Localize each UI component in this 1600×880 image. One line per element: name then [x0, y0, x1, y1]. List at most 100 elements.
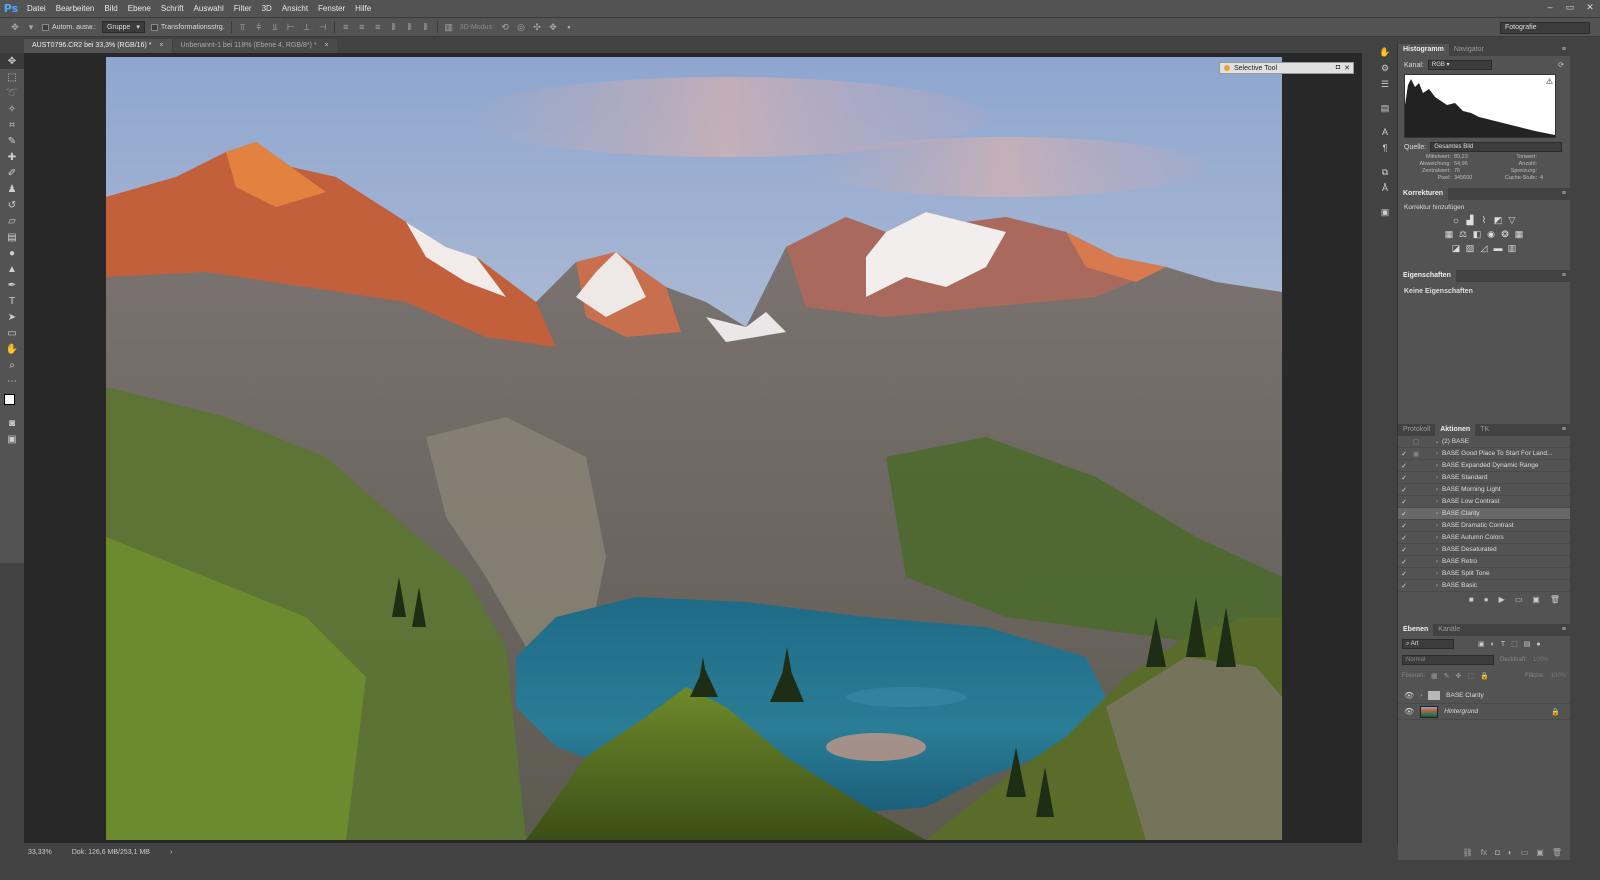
character-panel-icon[interactable]: A	[1372, 124, 1398, 140]
panel-menu-icon[interactable]: ≡	[1562, 426, 1566, 433]
new-group-icon[interactable]: ▭	[1521, 848, 1529, 857]
restore-button[interactable]: ▭	[1560, 0, 1580, 14]
tab-tk[interactable]: TK	[1475, 424, 1494, 436]
link-layers-icon[interactable]: ⛓	[1463, 848, 1473, 857]
checkmark-icon[interactable]: ✓	[1398, 498, 1410, 506]
chevron-right-icon[interactable]: ›	[1432, 511, 1442, 517]
healing-brush-tool-icon[interactable]: ✚	[0, 149, 24, 165]
color-balance-icon[interactable]: ⚖	[1458, 229, 1468, 239]
transform-controls-option[interactable]: Transformationsstrg.	[150, 23, 225, 31]
lasso-tool-icon[interactable]: ➰	[0, 85, 24, 101]
distribute-hcenter-icon[interactable]: ⦀	[405, 22, 415, 32]
dialog-toggle[interactable]: ▣	[1410, 450, 1422, 458]
posterize-icon[interactable]: ▨	[1465, 243, 1475, 253]
sliders-panel-icon[interactable]: ☰	[1372, 76, 1398, 92]
checkmark-icon[interactable]: ✓	[1398, 558, 1410, 566]
new-adjustment-icon[interactable]: ◐	[1508, 848, 1513, 857]
dialog-toggle[interactable]: ▢	[1410, 438, 1422, 446]
checkmark-icon[interactable]: ✓	[1398, 582, 1410, 590]
3d-roll-icon[interactable]: ◎	[516, 22, 526, 32]
chevron-right-icon[interactable]: ›	[1432, 547, 1442, 553]
panel-menu-icon[interactable]: ≡	[1562, 46, 1566, 53]
exposure-icon[interactable]: ◩	[1493, 215, 1503, 225]
3d-rotate-icon[interactable]: ⟲	[500, 22, 510, 32]
menu-ebene[interactable]: Ebene	[123, 0, 156, 17]
lock-pixels-icon[interactable]: ✎	[1444, 672, 1450, 680]
screen-mode-icon[interactable]: ▣	[0, 431, 24, 447]
chevron-right-icon[interactable]: ›	[1432, 559, 1442, 565]
action-row[interactable]: ✓ › BASE Basic	[1398, 580, 1570, 592]
tab-histogram[interactable]: Histogramm	[1398, 44, 1449, 56]
filter-pixel-icon[interactable]: ▣	[1478, 640, 1485, 648]
new-layer-icon[interactable]: ▣	[1536, 848, 1544, 857]
tab-aktionen[interactable]: Aktionen	[1435, 424, 1476, 436]
checkmark-icon[interactable]: ✓	[1398, 510, 1410, 518]
filter-shape-icon[interactable]: ⬚	[1511, 640, 1518, 648]
action-row[interactable]: ✓ › BASE Clarity	[1398, 508, 1570, 520]
filter-smart-object-icon[interactable]: ▤	[1524, 640, 1531, 648]
eyedropper-tool-icon[interactable]: ✎	[0, 133, 24, 149]
path-selection-tool-icon[interactable]: ➤	[0, 309, 24, 325]
align-hcenter-icon[interactable]: ⊥	[302, 22, 312, 32]
tab-protokoll[interactable]: Protokoll	[1398, 424, 1435, 436]
menu-hilfe[interactable]: Hilfe	[350, 0, 376, 17]
menu-fenster[interactable]: Fenster	[313, 0, 350, 17]
threshold-icon[interactable]: ◿	[1479, 243, 1489, 253]
layer-row-background[interactable]: 👁 Hintergrund 🔒	[1398, 704, 1570, 720]
distribute-right-icon[interactable]: ⦀	[421, 22, 431, 32]
chevron-right-icon[interactable]: ›	[1432, 451, 1442, 457]
filter-adjustment-icon[interactable]: ◐	[1491, 641, 1495, 648]
stop-icon[interactable]: ■	[1469, 595, 1474, 604]
chevron-right-icon[interactable]: ›	[1432, 571, 1442, 577]
adjustments-panel-icon[interactable]: ⚙	[1372, 60, 1398, 76]
hue-saturation-icon[interactable]: ▦	[1444, 229, 1454, 239]
close-icon[interactable]: ✕	[1344, 64, 1350, 72]
3d-scale-icon[interactable]: ▪	[564, 22, 574, 32]
filter-toggle-icon[interactable]: ●	[1536, 641, 1540, 648]
photo-filter-icon[interactable]: ◉	[1486, 229, 1496, 239]
quick-mask-icon[interactable]: ◙	[0, 415, 24, 431]
auto-select-checkbox[interactable]	[42, 23, 49, 31]
action-row[interactable]: ✓ › BASE Retro	[1398, 556, 1570, 568]
action-row[interactable]: ✓ › BASE Standard	[1398, 472, 1570, 484]
checkmark-icon[interactable]: ✓	[1398, 474, 1410, 482]
clone-stamp-tool-icon[interactable]: ♟	[0, 181, 24, 197]
color-lookup-icon[interactable]: ▦	[1514, 229, 1524, 239]
menu-auswahl[interactable]: Auswahl	[189, 0, 229, 17]
move-tool-icon[interactable]: ✥	[10, 22, 20, 32]
history-brush-tool-icon[interactable]: ↺	[0, 197, 24, 213]
black-white-icon[interactable]: ◧	[1472, 229, 1482, 239]
distribute-bottom-icon[interactable]: ≡	[373, 22, 383, 32]
lock-position-icon[interactable]: ✥	[1456, 672, 1462, 680]
clone-source-icon[interactable]: ⧉	[1372, 164, 1398, 180]
action-row[interactable]: ✓ › BASE Desaturated	[1398, 544, 1570, 556]
layer-name[interactable]: BASE Clarity	[1446, 692, 1484, 699]
panel-menu-icon[interactable]: ≡	[1562, 190, 1566, 197]
distribute-left-icon[interactable]: ⦀	[389, 22, 399, 32]
eraser-tool-icon[interactable]: ▱	[0, 213, 24, 229]
align-right-icon[interactable]: ⊣	[318, 22, 328, 32]
align-left-icon[interactable]: ⊢	[286, 22, 296, 32]
auto-select-option[interactable]: Autom. ausw.:	[42, 23, 96, 31]
checkmark-icon[interactable]: ✓	[1398, 546, 1410, 554]
visibility-eye-icon[interactable]: 👁	[1404, 691, 1414, 700]
levels-icon[interactable]: ▟	[1465, 215, 1475, 225]
menu-schrift[interactable]: Schrift	[156, 0, 189, 17]
move-tool-icon[interactable]: ✥	[0, 53, 24, 69]
layer-comps-icon[interactable]: ▤	[1372, 100, 1398, 116]
layer-row-group[interactable]: 👁 › BASE Clarity	[1398, 688, 1570, 704]
3d-pan-icon[interactable]: ✣	[532, 22, 542, 32]
chevron-right-icon[interactable]: ›	[1432, 583, 1442, 589]
visibility-eye-icon[interactable]: 👁	[1404, 707, 1414, 716]
lock-transparent-icon[interactable]: ▦	[1431, 672, 1438, 680]
glyphs-panel-icon[interactable]: Å	[1372, 180, 1398, 196]
layer-name[interactable]: Hintergrund	[1444, 708, 1478, 715]
distribute-vcenter-icon[interactable]: ≡	[357, 22, 367, 32]
channel-dropdown[interactable]: RGB ▾	[1427, 60, 1492, 70]
record-icon[interactable]: ●	[1484, 595, 1489, 604]
chevron-right-icon[interactable]: ›	[1432, 487, 1442, 493]
transform-controls-checkbox[interactable]	[150, 23, 158, 31]
play-icon[interactable]: ▶	[1499, 595, 1505, 604]
fill-value[interactable]: 100%	[1551, 673, 1566, 679]
action-row[interactable]: ✓ › BASE Low Contrast	[1398, 496, 1570, 508]
